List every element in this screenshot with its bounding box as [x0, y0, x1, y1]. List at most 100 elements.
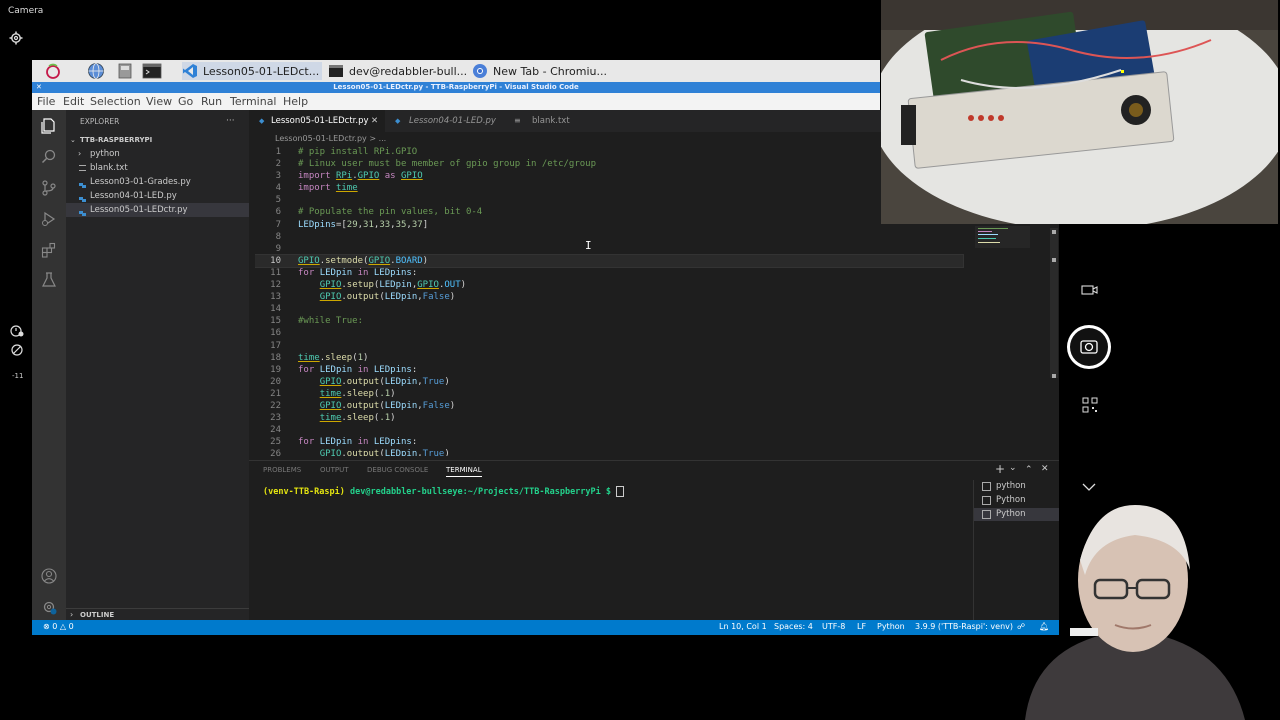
- close-icon[interactable]: ✕: [371, 110, 378, 132]
- terminal-prompt-line[interactable]: (venv-TTB-Raspi) dev@redabbler-bullseye:…: [263, 486, 625, 497]
- workspace-root-folder[interactable]: ⌄ TTB-RASPBERRYPI: [66, 133, 249, 147]
- code-line[interactable]: 8: [255, 231, 1015, 243]
- status-interpreter[interactable]: 3.9.9 ('TTB-Raspi': venv): [915, 622, 1013, 631]
- panel-tab-debug-console[interactable]: DEBUG CONSOLE: [367, 466, 428, 474]
- code-line[interactable]: 14: [255, 303, 1015, 315]
- exposure-icon[interactable]: [10, 343, 24, 357]
- line-number: 14: [270, 304, 281, 315]
- menu-go[interactable]: Go: [178, 95, 193, 108]
- code-line[interactable]: 25 for LEDpin in LEDpins:: [255, 436, 1015, 448]
- code-line[interactable]: 20 GPIO.output(LEDpin,True): [255, 376, 1015, 388]
- timer-icon[interactable]: [10, 323, 24, 337]
- manage-gear-icon[interactable]: [41, 599, 57, 615]
- menu-help[interactable]: Help: [283, 95, 308, 108]
- tab-lesson05[interactable]: ◆ Lesson05-01-LEDctr.py ✕: [249, 110, 385, 132]
- code-line[interactable]: 24: [255, 424, 1015, 436]
- code-line[interactable]: 16: [255, 327, 1015, 339]
- tab-lesson04[interactable]: ◆ Lesson04-01-LED.py: [385, 110, 502, 132]
- menu-file[interactable]: File: [37, 95, 55, 108]
- tree-item-python-folder[interactable]: › python: [66, 147, 249, 161]
- raspberry-menu-button[interactable]: [44, 62, 62, 80]
- editor-scrollbar[interactable]: [1050, 228, 1058, 378]
- line-number: 10: [270, 255, 281, 266]
- status-bar: ⊗ 0 △ 0 Ln 10, Col 1 Spaces: 4 UTF-8 LF …: [32, 620, 1059, 635]
- code-token: ): [363, 352, 369, 363]
- code-line[interactable]: 11 for LEDpin in LEDpins:: [255, 267, 1015, 279]
- warning-count: 0: [68, 622, 74, 631]
- chevron-down-icon[interactable]: ⌄: [1009, 463, 1017, 473]
- line-number: 12: [270, 280, 281, 291]
- status-indentation[interactable]: Spaces: 4: [774, 622, 813, 631]
- gear-icon[interactable]: [9, 31, 23, 45]
- minimap-slider[interactable]: [975, 226, 1030, 248]
- code-line[interactable]: 10 GPIO.setmode(GPIO.BOARD): [255, 253, 964, 268]
- exposure-value: -11: [12, 372, 24, 380]
- explorer-files-icon[interactable]: [41, 118, 57, 134]
- menu-terminal[interactable]: Terminal: [230, 95, 277, 108]
- vscode-icon: [183, 64, 197, 78]
- code-line[interactable]: 21 time.sleep(.1): [255, 388, 1015, 400]
- code-line[interactable]: 17: [255, 340, 1015, 352]
- chevron-down-icon[interactable]: [1082, 482, 1096, 492]
- extensions-icon[interactable]: [41, 242, 57, 258]
- status-cursor-position[interactable]: Ln 10, Col 1: [719, 622, 767, 631]
- task-terminal[interactable]: dev@redabbler-bull...: [328, 62, 468, 80]
- status-eol[interactable]: LF: [857, 622, 866, 631]
- new-terminal-button[interactable]: +: [995, 462, 1005, 476]
- tree-item-label: Lesson04-01-LED.py: [90, 191, 177, 201]
- account-icon[interactable]: [41, 568, 57, 584]
- task-vscode[interactable]: Lesson05-01-LEDct...: [182, 62, 322, 80]
- status-language[interactable]: Python: [877, 622, 905, 631]
- terminal-instance[interactable]: python: [974, 480, 1060, 493]
- status-problems[interactable]: ⊗ 0 △ 0: [43, 622, 74, 631]
- breadcrumb[interactable]: Lesson05-01-LEDctr.py > ...: [275, 134, 386, 143]
- task-chromium[interactable]: New Tab - Chromiu...: [472, 62, 612, 80]
- tree-item-lesson04[interactable]: Lesson04-01-LED.py: [66, 189, 249, 203]
- close-panel-icon[interactable]: ✕: [1041, 464, 1049, 474]
- source-control-icon[interactable]: [41, 180, 57, 196]
- tab-blank-txt[interactable]: ≡ blank.txt: [502, 110, 582, 132]
- maximize-panel-icon[interactable]: ⌃: [1025, 465, 1033, 475]
- code-line[interactable]: 15 #while True:: [255, 315, 1015, 327]
- code-line[interactable]: 12 GPIO.setup(LEDpin,GPIO.OUT): [255, 279, 1015, 291]
- video-mode-icon[interactable]: [1081, 284, 1099, 296]
- code-token: LEDpin: [384, 376, 418, 387]
- panel-tab-terminal[interactable]: TERMINAL: [446, 466, 482, 477]
- run-debug-icon[interactable]: [41, 211, 57, 227]
- file-manager-launcher[interactable]: [116, 62, 134, 80]
- code-line[interactable]: 13 GPIO.output(LEDpin,False): [255, 291, 1015, 303]
- take-photo-button[interactable]: [1064, 324, 1114, 374]
- panel-tab-output[interactable]: OUTPUT: [320, 466, 349, 474]
- code-token: time: [319, 413, 342, 424]
- status-encoding[interactable]: UTF-8: [822, 622, 845, 631]
- web-browser-launcher[interactable]: [86, 62, 106, 80]
- code-token: for: [298, 267, 320, 278]
- terminal-launcher[interactable]: [142, 62, 162, 80]
- testing-flask-icon[interactable]: [41, 272, 57, 288]
- code-line[interactable]: 19 for LEDpin in LEDpins:: [255, 364, 1015, 376]
- tree-item-blank-txt[interactable]: blank.txt: [66, 161, 249, 175]
- qr-code-icon[interactable]: [1082, 397, 1098, 413]
- tree-item-lesson05[interactable]: Lesson05-01-LEDctr.py: [66, 203, 249, 217]
- menu-selection[interactable]: Selection: [90, 95, 141, 108]
- menu-edit[interactable]: Edit: [63, 95, 84, 108]
- code-token: :: [411, 437, 418, 448]
- explorer-more-actions[interactable]: ···: [226, 116, 235, 126]
- code-line[interactable]: 18 time.sleep(1): [255, 352, 1015, 364]
- menu-run[interactable]: Run: [201, 95, 222, 108]
- code-line[interactable]: 26 GPIO.output(LEDpin,True): [255, 448, 1015, 456]
- code-line[interactable]: 9: [255, 243, 1015, 255]
- code-line[interactable]: 22 GPIO.output(LEDpin,False): [255, 400, 1015, 412]
- menu-view[interactable]: View: [146, 95, 172, 108]
- panel-tab-problems[interactable]: PROBLEMS: [263, 466, 301, 474]
- code-token: GPIO: [417, 280, 439, 291]
- error-icon: ⊗: [43, 622, 50, 631]
- code-line[interactable]: 23 time.sleep(.1): [255, 412, 1015, 424]
- code-token: setmode: [325, 255, 364, 266]
- tree-item-lesson03[interactable]: Lesson03-01-Grades.py: [66, 175, 249, 189]
- minimap[interactable]: [975, 226, 1035, 248]
- search-icon[interactable]: [41, 149, 57, 165]
- minimap-line: [978, 234, 998, 235]
